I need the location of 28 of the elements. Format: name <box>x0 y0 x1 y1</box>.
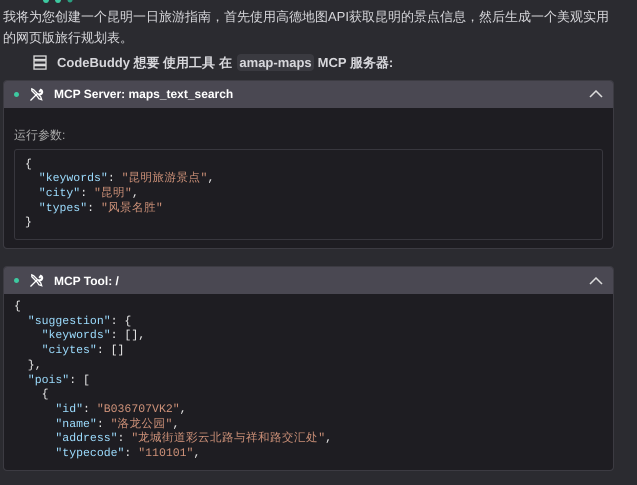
server-icon <box>33 55 47 70</box>
parameters-label: 运行参数: <box>14 126 66 144</box>
panel-title: MCP Tool: / <box>54 272 120 290</box>
code-line: "name": "洛龙公园", <box>54 418 180 432</box>
message-text: 我将为您创建一个昆明一日旅游指南，首先使用高德地图API获取昆明的景点信息，然后生成一个美观实用的网页版旅行规划表。 <box>3 8 610 47</box>
code-line: }, <box>26 358 42 374</box>
code-line: "keywords": "昆明旅游景点", <box>38 172 214 186</box>
tool-request-text: CodeBuddy 想要 使用工具 在 amap-maps MCP 服务器: <box>57 53 394 72</box>
collapse-button[interactable] <box>589 276 603 285</box>
code-line: { <box>14 300 21 315</box>
code-line: "suggestion": { <box>26 314 132 330</box>
panel-title: MCP Server: maps_text_search <box>54 86 234 103</box>
tools-icon <box>29 273 44 288</box>
tools-icon <box>29 86 44 102</box>
status-dot-icon <box>14 92 19 96</box>
code-line: "ciytes": [] <box>40 344 124 359</box>
code-line: { <box>25 158 32 172</box>
code-line: "address": "龙城街道彩云北路与祥和路交汇处", <box>54 432 332 448</box>
code-line: "keywords": [], <box>40 329 146 344</box>
code-line: { <box>40 388 49 403</box>
code-line: "types": "风景名胜" <box>38 202 163 216</box>
code-line: "city": "昆明", <box>38 186 139 202</box>
code-line: "typecode": "110101", <box>54 447 200 462</box>
status-dot-icon <box>14 278 19 284</box>
code-line: "pois": [ <box>26 374 90 388</box>
code-line: } <box>25 216 32 232</box>
collapse-button[interactable] <box>589 90 603 98</box>
code-line: "id": "B036707VK2", <box>54 402 187 418</box>
